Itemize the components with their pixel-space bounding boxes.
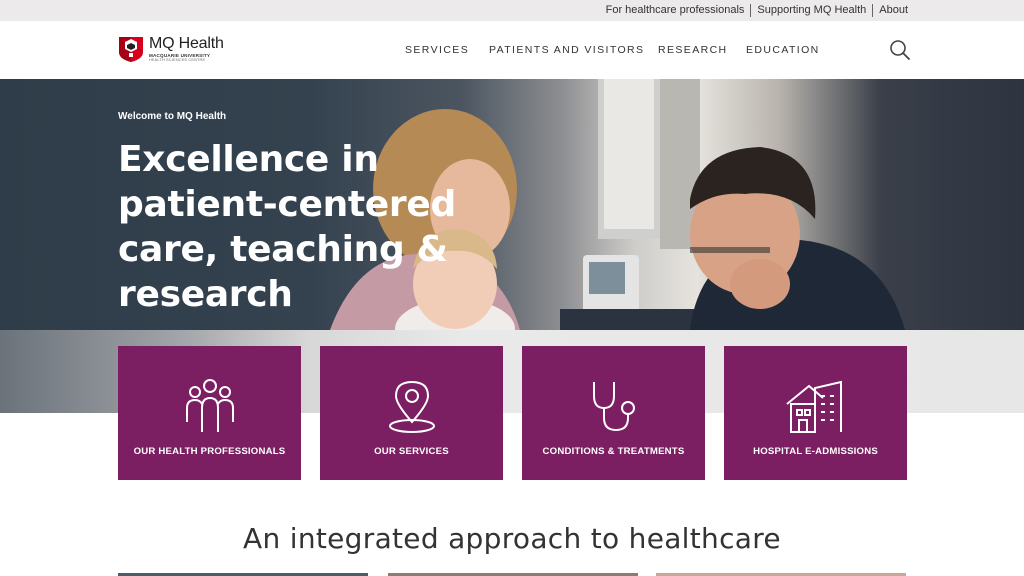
logo-shield-icon <box>119 37 143 62</box>
people-icon <box>185 379 234 432</box>
hero-banner: Welcome to MQ Health Excellence in patie… <box>0 79 1024 330</box>
site-logo[interactable]: MQ Health MACQUARIE UNIVERSITY HEALTH SC… <box>118 35 224 63</box>
tile-label: OUR HEALTH PROFESSIONALS <box>133 446 286 457</box>
logo-title: MQ Health <box>149 35 224 52</box>
section-heading: An integrated approach to healthcare <box>243 522 781 555</box>
hero-title: Excellence in patient-centered care, tea… <box>118 139 456 315</box>
logo-subtitle-centre: HEALTH SCIENCES CENTRE <box>149 58 206 62</box>
tile-label: OUR SERVICES <box>374 446 449 457</box>
tile-conditions-treatments[interactable]: CONDITIONS & TREATMENTS <box>522 346 705 480</box>
tile-label: HOSPITAL E-ADMISSIONS <box>753 446 878 457</box>
nav-item-research[interactable]: RESEARCH <box>658 44 728 56</box>
utility-link-about[interactable]: About <box>872 4 908 17</box>
location-pin-icon <box>388 380 435 433</box>
nav-item-education[interactable]: EDUCATION <box>746 44 820 56</box>
nav-item-patients-visitors[interactable]: PATIENTS AND VISITORS <box>489 44 644 56</box>
utility-links: For healthcare professionals Supporting … <box>600 0 908 21</box>
tile-our-services[interactable]: OUR SERVICES <box>320 346 503 480</box>
logo-text: MQ Health MACQUARIE UNIVERSITY HEALTH SC… <box>149 35 224 63</box>
tile-health-professionals[interactable]: OUR HEALTH PROFESSIONALS <box>118 346 301 480</box>
utility-bar: For healthcare professionals Supporting … <box>0 0 1024 21</box>
utility-link-healthcare-professionals[interactable]: For healthcare professionals <box>600 4 751 17</box>
search-icon[interactable] <box>889 39 911 61</box>
hero-kicker: Welcome to MQ Health <box>118 111 227 122</box>
nav-item-services[interactable]: SERVICES <box>405 44 469 56</box>
tile-label: CONDITIONS & TREATMENTS <box>542 446 685 457</box>
hospital-building-icon <box>785 380 842 433</box>
utility-link-supporting[interactable]: Supporting MQ Health <box>750 4 872 17</box>
site-header: MQ Health MACQUARIE UNIVERSITY HEALTH SC… <box>0 21 1024 79</box>
tile-hospital-eadmissions[interactable]: HOSPITAL E-ADMISSIONS <box>724 346 907 480</box>
stethoscope-icon <box>592 382 635 432</box>
